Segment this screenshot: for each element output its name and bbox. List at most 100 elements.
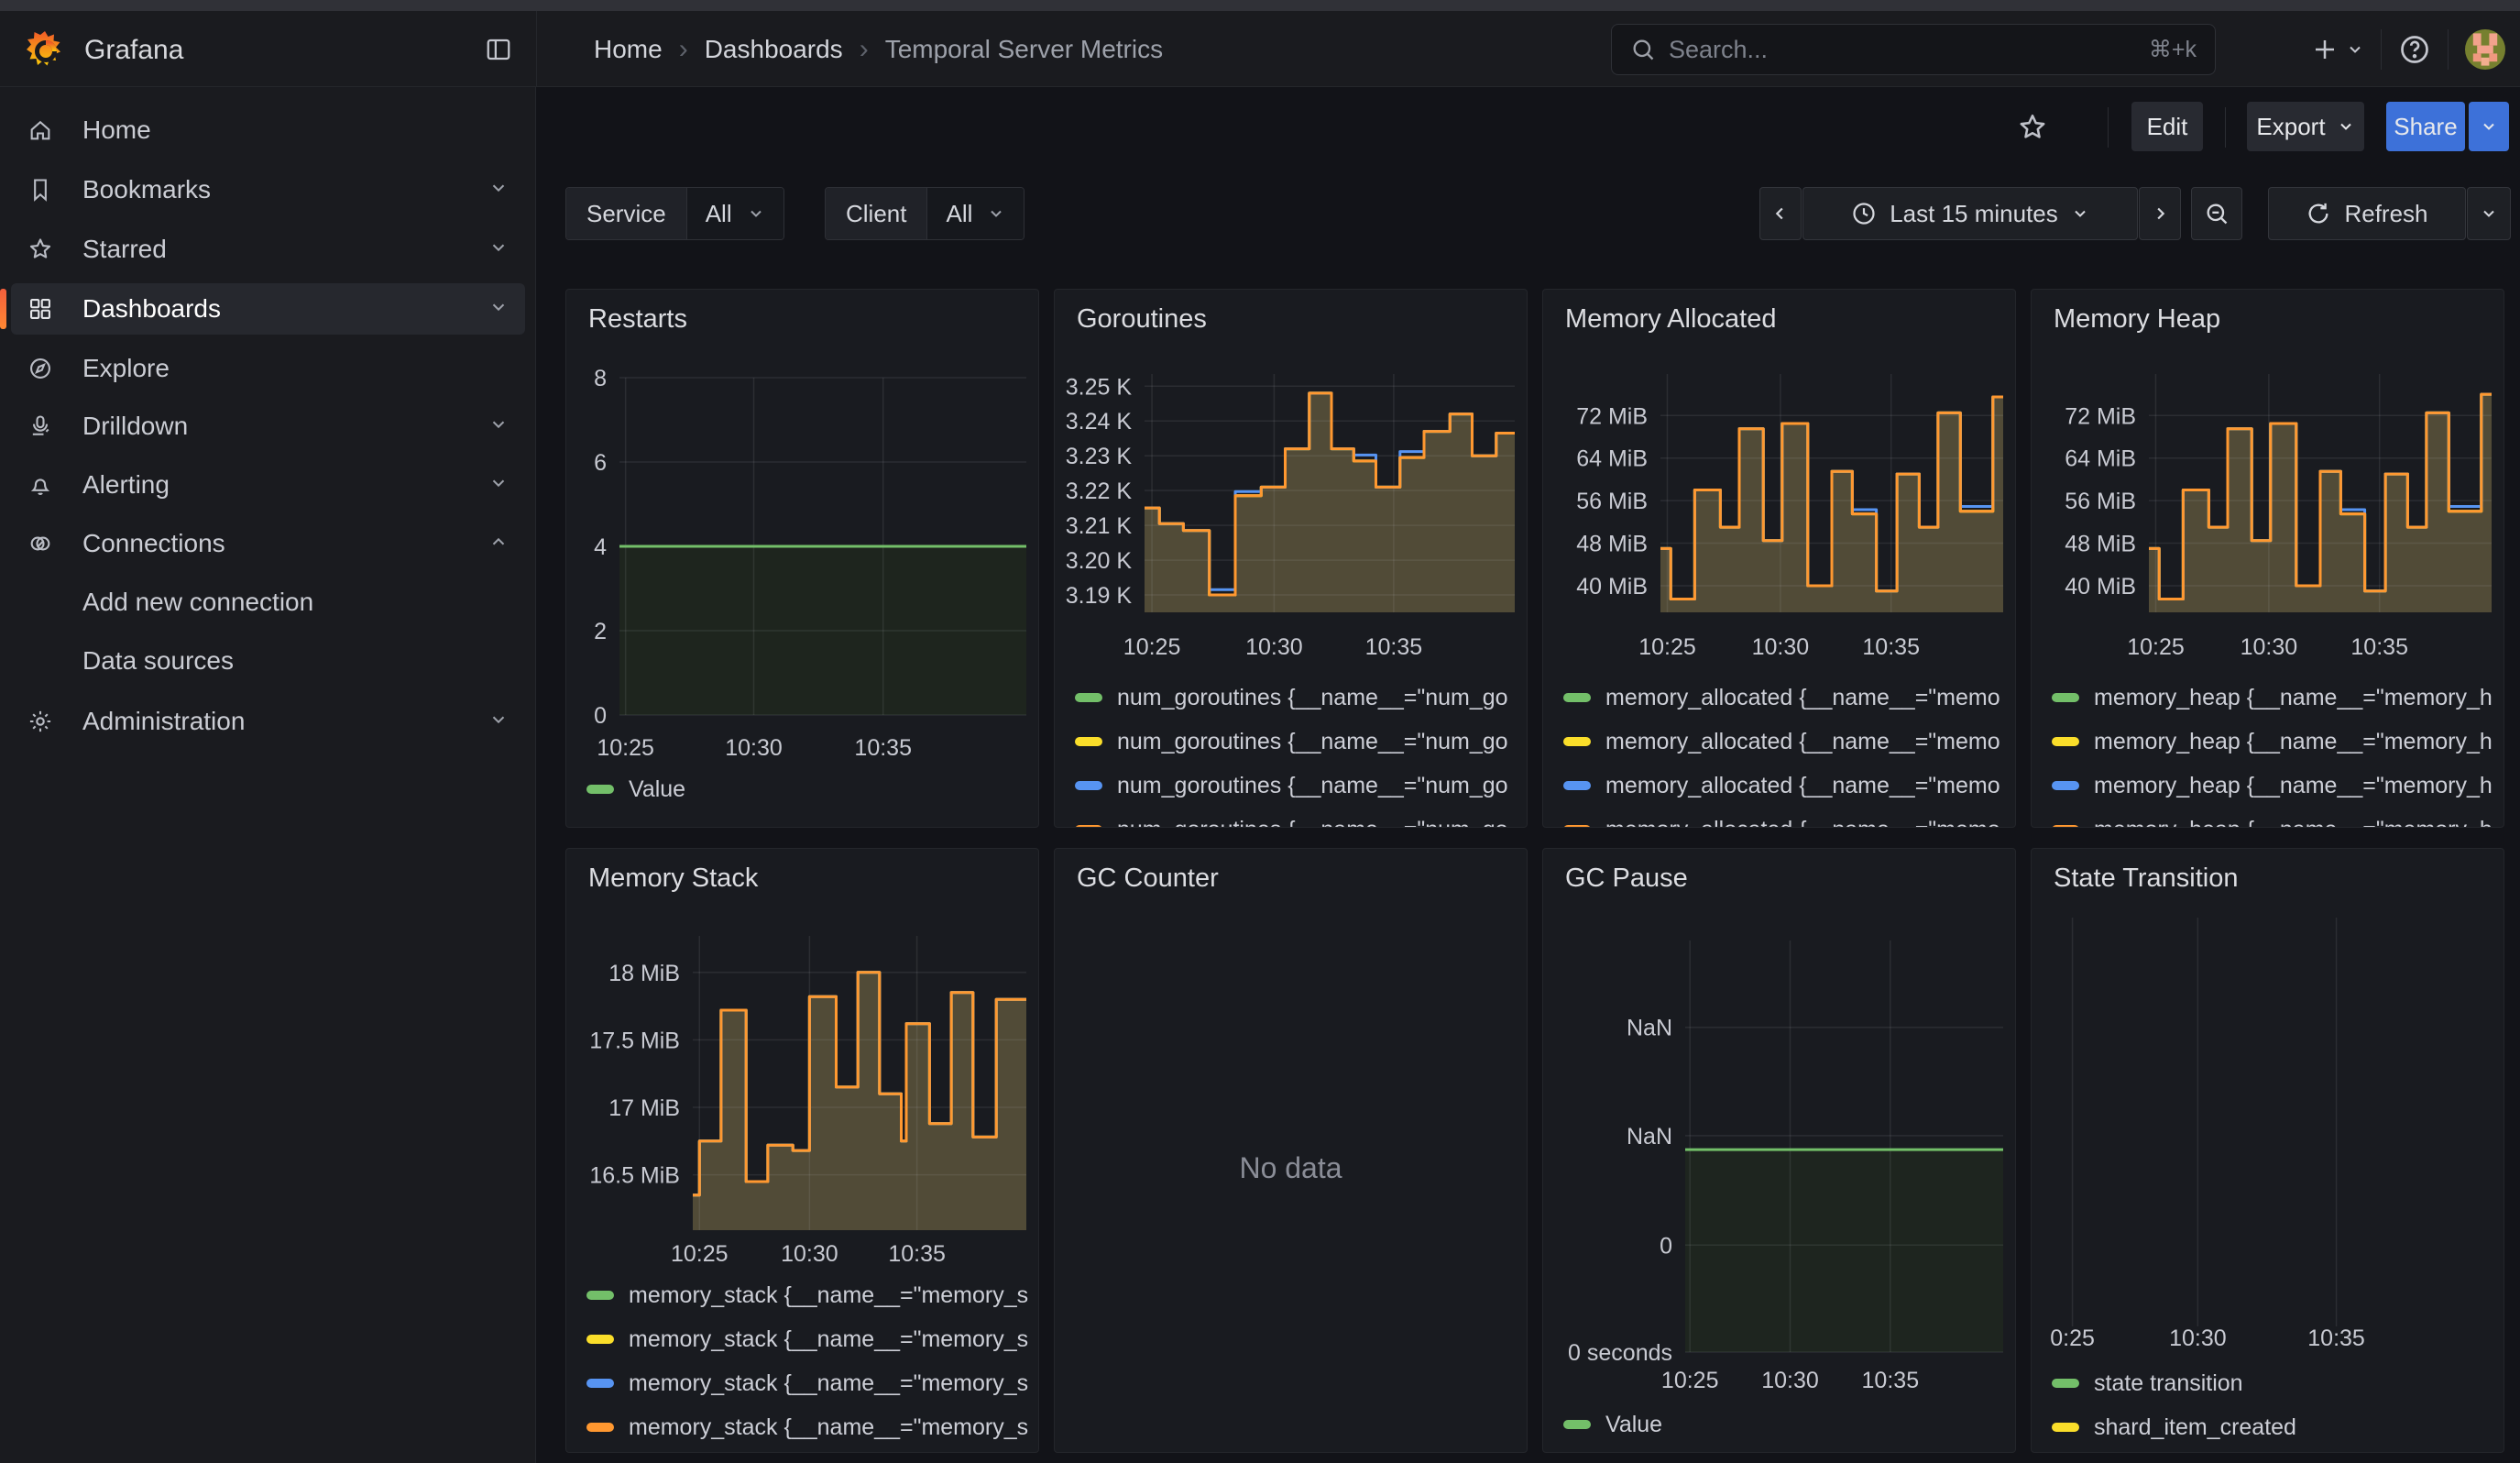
sidebar-item-label: Starred (82, 235, 167, 264)
breadcrumb-home[interactable]: Home (594, 35, 663, 64)
state-transition-chart[interactable]: 0:2510:3010:35 (2032, 849, 2504, 1453)
legend-swatch (2052, 781, 2079, 790)
svg-text:10:30: 10:30 (2169, 1326, 2227, 1351)
favorite-star-icon[interactable] (2014, 109, 2051, 146)
sidebar-item-alerting[interactable]: Alerting (11, 459, 525, 511)
help-button[interactable] (2398, 33, 2431, 66)
gc-pause-chart[interactable]: 10:2510:3010:350 seconds0NaNNaN (1543, 849, 2016, 1453)
legend-item[interactable]: memory_stack {__name__="memory_s (586, 1282, 1031, 1309)
edit-button[interactable]: Edit (2131, 102, 2203, 151)
add-new-button[interactable] (2311, 36, 2364, 63)
legend-item[interactable]: memory_allocated {__name__="memo (1563, 728, 2008, 755)
legend-item[interactable]: num_goroutines {__name__="num_go (1075, 684, 1519, 711)
legend-swatch (1563, 1420, 1591, 1429)
legend-swatch (1075, 737, 1102, 746)
sidebar-item-drilldown[interactable]: Drilldown (11, 401, 525, 452)
svg-text:48 MiB: 48 MiB (2065, 532, 2136, 557)
svg-text:3.20 K: 3.20 K (1066, 548, 1133, 574)
legend-item[interactable]: memory_allocated {__name__="memo (1563, 772, 2008, 799)
legend-item[interactable]: memory_allocated {__name__="memo (1563, 684, 2008, 711)
collapse-sidebar-icon[interactable] (478, 31, 519, 68)
gear-icon (27, 709, 53, 734)
window-top-strip (0, 0, 2520, 11)
legend-label: state transition (2094, 1370, 2243, 1397)
time-back-button[interactable] (1759, 187, 1802, 240)
svg-text:0 seconds: 0 seconds (1568, 1340, 1672, 1366)
legend-label: memory_allocated {__name__="memo (1605, 817, 2000, 829)
refresh-interval-dropdown[interactable] (2467, 187, 2511, 240)
svg-text:10:25: 10:25 (1638, 634, 1696, 660)
svg-text:10:25: 10:25 (1661, 1368, 1719, 1393)
legend-item[interactable]: memory_heap {__name__="memory_h (2052, 816, 2496, 828)
sidebar-item-bookmarks[interactable]: Bookmarks (11, 164, 525, 215)
help-icon (2398, 33, 2431, 66)
svg-text:40 MiB: 40 MiB (2065, 574, 2136, 600)
time-forward-button[interactable] (2139, 187, 2181, 240)
user-avatar[interactable] (2465, 29, 2505, 70)
sidebar-item-home[interactable]: Home (11, 104, 525, 156)
restarts-chart[interactable]: 10:2510:3010:3502468 (566, 290, 1039, 828)
sidebar-item-explore[interactable]: Explore (11, 343, 525, 394)
legend-item[interactable]: num_goroutines {__name__="num_go (1075, 816, 1519, 828)
client-filter[interactable]: Client All (825, 187, 1024, 240)
legend-swatch (2052, 825, 2079, 828)
sidebar-item-dashboards[interactable]: Dashboards (11, 283, 525, 335)
search-box[interactable]: ⌘+k (1611, 24, 2216, 75)
legend-item[interactable]: memory_stack {__name__="memory_s (586, 1326, 1031, 1353)
svg-text:10:35: 10:35 (1862, 634, 1920, 660)
panel-gc-counter: GC Counter No data (1054, 848, 1528, 1453)
legend-swatch (1563, 781, 1591, 790)
legend-item[interactable]: memory_stack {__name__="memory_s (586, 1414, 1031, 1441)
sidebar-item-starred[interactable]: Starred (11, 224, 525, 275)
share-button[interactable]: Share (2386, 102, 2465, 151)
legend-swatch (586, 1291, 614, 1300)
legend-item[interactable]: memory_heap {__name__="memory_h (2052, 684, 2496, 711)
clock-icon (1851, 201, 1877, 226)
legend-label: memory_heap {__name__="memory_h (2094, 685, 2493, 711)
sidebar-item-data-sources[interactable]: Data sources (11, 635, 525, 687)
service-filter[interactable]: Service All (565, 187, 784, 240)
svg-text:3.22 K: 3.22 K (1066, 478, 1133, 504)
legend-item[interactable]: memory_heap {__name__="memory_h (2052, 772, 2496, 799)
legend-swatch (1075, 781, 1102, 790)
sidebar-item-administration[interactable]: Administration (11, 696, 525, 747)
legend-label: memory_stack {__name__="memory_s (629, 1414, 1028, 1441)
legend-item[interactable]: num_goroutines {__name__="num_go (1075, 772, 1519, 799)
sidebar-item-connections[interactable]: Connections (11, 518, 525, 569)
legend-item[interactable]: num_goroutines {__name__="num_go (1075, 728, 1519, 755)
legend-label: memory_stack {__name__="memory_s (629, 1370, 1028, 1397)
legend: num_goroutines {__name__="num_go num_goro… (1075, 684, 1519, 828)
filter-time-row: Service All Client All Last 15 minutes (537, 170, 2520, 257)
chevron-down-icon (2480, 117, 2498, 136)
legend-swatch (1563, 825, 1591, 828)
legend-swatch (1563, 737, 1591, 746)
service-filter-value[interactable]: All (687, 188, 783, 239)
panel-title[interactable]: GC Counter (1077, 864, 1219, 894)
share-dropdown-button[interactable] (2469, 102, 2509, 151)
client-filter-value[interactable]: All (927, 188, 1024, 239)
svg-text:NaN: NaN (1627, 1124, 1672, 1150)
refresh-button-label: Refresh (2344, 200, 2427, 228)
zoom-out-button[interactable] (2191, 187, 2242, 240)
sidebar-item-add-new-connection[interactable]: Add new connection (11, 577, 525, 628)
legend-item[interactable]: memory_heap {__name__="memory_h (2052, 728, 2496, 755)
legend-item[interactable]: memory_stack {__name__="memory_s (586, 1370, 1031, 1397)
time-range-picker[interactable]: Last 15 minutes (1802, 187, 2138, 240)
svg-text:72 MiB: 72 MiB (2065, 403, 2136, 429)
export-button[interactable]: Export (2247, 102, 2364, 151)
legend-item[interactable]: shard_item_created (2052, 1414, 2496, 1441)
sidebar-item-label: Drilldown (82, 412, 188, 441)
legend-swatch (586, 1379, 614, 1388)
legend-item[interactable]: Value (586, 776, 1031, 803)
legend-item[interactable]: Value (1563, 1411, 2008, 1438)
legend-item[interactable]: memory_allocated {__name__="memo (1563, 816, 2008, 828)
legend-item[interactable]: state transition (2052, 1370, 2496, 1397)
refresh-button[interactable]: Refresh (2268, 187, 2466, 240)
breadcrumb-dashboards[interactable]: Dashboards (705, 35, 843, 64)
svg-text:10:25: 10:25 (597, 735, 654, 761)
legend: memory_stack {__name__="memory_s memory_s… (586, 1282, 1031, 1453)
legend-swatch (586, 785, 614, 794)
search-input[interactable] (1669, 36, 2136, 64)
legend-swatch (2052, 737, 2079, 746)
edit-button-label: Edit (2147, 113, 2188, 141)
